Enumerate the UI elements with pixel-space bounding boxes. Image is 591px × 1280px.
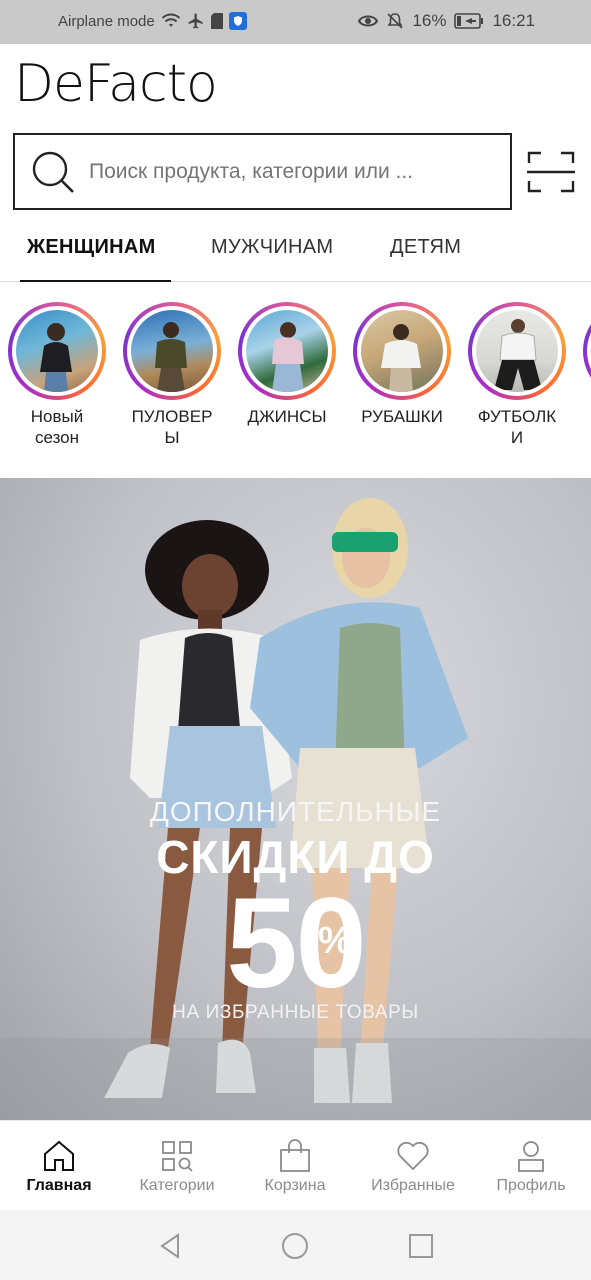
story-new-season[interactable]: Новый сезон (2, 302, 112, 448)
tab-women[interactable]: ЖЕНЩИНАМ (27, 236, 156, 259)
search-bar[interactable] (13, 133, 512, 210)
profile-icon (518, 1141, 544, 1172)
nav-label: Главная (26, 1177, 92, 1194)
nav-label: Категории (139, 1177, 215, 1194)
story-photo (131, 310, 213, 392)
barcode-scan-icon[interactable] (527, 151, 575, 193)
story-label: Новый сезон (30, 407, 84, 447)
search-icon[interactable] (29, 148, 77, 196)
story-ring (583, 302, 591, 400)
story-photo (16, 310, 98, 392)
story-shirts[interactable]: РУБАШКИ (347, 302, 457, 427)
tab-men[interactable]: МУЖЧИНАМ (211, 236, 333, 259)
battery-icon (454, 13, 484, 29)
story-photo (246, 310, 328, 392)
status-bar: Airplane mode 16% 16:21 (0, 0, 591, 44)
search-input[interactable] (89, 159, 499, 184)
home-icon (44, 1140, 74, 1171)
story-photo (361, 310, 443, 392)
tab-kids[interactable]: ДЕТЯМ (390, 236, 461, 259)
bottom-navigation: Главная Категории Корзина Избранные Проф… (0, 1120, 591, 1210)
system-navigation-bar (0, 1210, 591, 1280)
story-pullovers[interactable]: ПУЛОВЕР Ы (117, 302, 227, 448)
promo-percent-sign: % (318, 920, 352, 962)
categories-icon (162, 1141, 193, 1172)
sim-icon (210, 13, 223, 29)
home-circle-icon[interactable] (281, 1232, 309, 1260)
clock: 16:21 (492, 11, 535, 30)
heart-icon (397, 1141, 429, 1171)
airplane-mode-text: Airplane mode (58, 12, 155, 30)
nav-label: Избранные (371, 1177, 455, 1194)
back-icon[interactable] (156, 1232, 184, 1260)
nav-categories[interactable]: Категории (118, 1139, 236, 1195)
promo-banner[interactable]: ДОПОЛНИТЕЛЬНЫЕ СКИДКИ ДО 50 % НА ИЗБРАНН… (0, 478, 591, 1120)
nav-profile[interactable]: Профиль (472, 1139, 590, 1195)
nav-favorites[interactable]: Избранные (354, 1139, 472, 1195)
shield-app-icon (228, 12, 247, 30)
promo-line-4: НА ИЗБРАННЫЕ ТОВАРЫ (172, 1002, 419, 1023)
airplane-icon (187, 12, 205, 30)
story-label: РУБАШКИ (361, 407, 443, 426)
story-label: ДЖИНСЫ (247, 407, 327, 426)
story-carousel: Новый сезон ПУЛОВЕР Ы ДЖИНСЫ РУБАШКИ ФУТ… (0, 302, 591, 462)
story-partial[interactable] (577, 302, 591, 400)
story-tshirts[interactable]: ФУТБОЛК И (462, 302, 572, 448)
nav-label: Корзина (264, 1177, 326, 1194)
nav-label: Профиль (496, 1177, 566, 1194)
story-photo (476, 310, 558, 392)
promo-discount-number: 50 (226, 872, 366, 1015)
story-ring (468, 302, 566, 400)
eye-icon (358, 14, 379, 28)
status-right: 16% 16:21 (358, 11, 535, 31)
gender-tabs: ЖЕНЩИНАМ МУЖЧИНАМ ДЕТЯМ (0, 218, 591, 282)
status-left: Airplane mode (58, 12, 247, 30)
story-ring (123, 302, 221, 400)
promo-line-1: ДОПОЛНИТЕЛЬНЫЕ (149, 796, 442, 827)
story-label: ПУЛОВЕР Ы (131, 407, 213, 447)
cart-icon (280, 1139, 310, 1172)
story-ring (8, 302, 106, 400)
battery-percent: 16% (412, 11, 447, 30)
nav-home[interactable]: Главная (0, 1139, 118, 1195)
story-ring (353, 302, 451, 400)
active-tab-indicator (20, 280, 171, 282)
nav-cart[interactable]: Корзина (236, 1139, 354, 1195)
wifi-icon (161, 13, 181, 29)
recents-icon[interactable] (407, 1232, 435, 1260)
story-jeans[interactable]: ДЖИНСЫ (232, 302, 342, 427)
brand-logo[interactable]: DeFacto (14, 56, 218, 112)
story-ring (238, 302, 336, 400)
story-label: ФУТБОЛК И (477, 407, 557, 447)
bell-off-icon (386, 12, 404, 30)
